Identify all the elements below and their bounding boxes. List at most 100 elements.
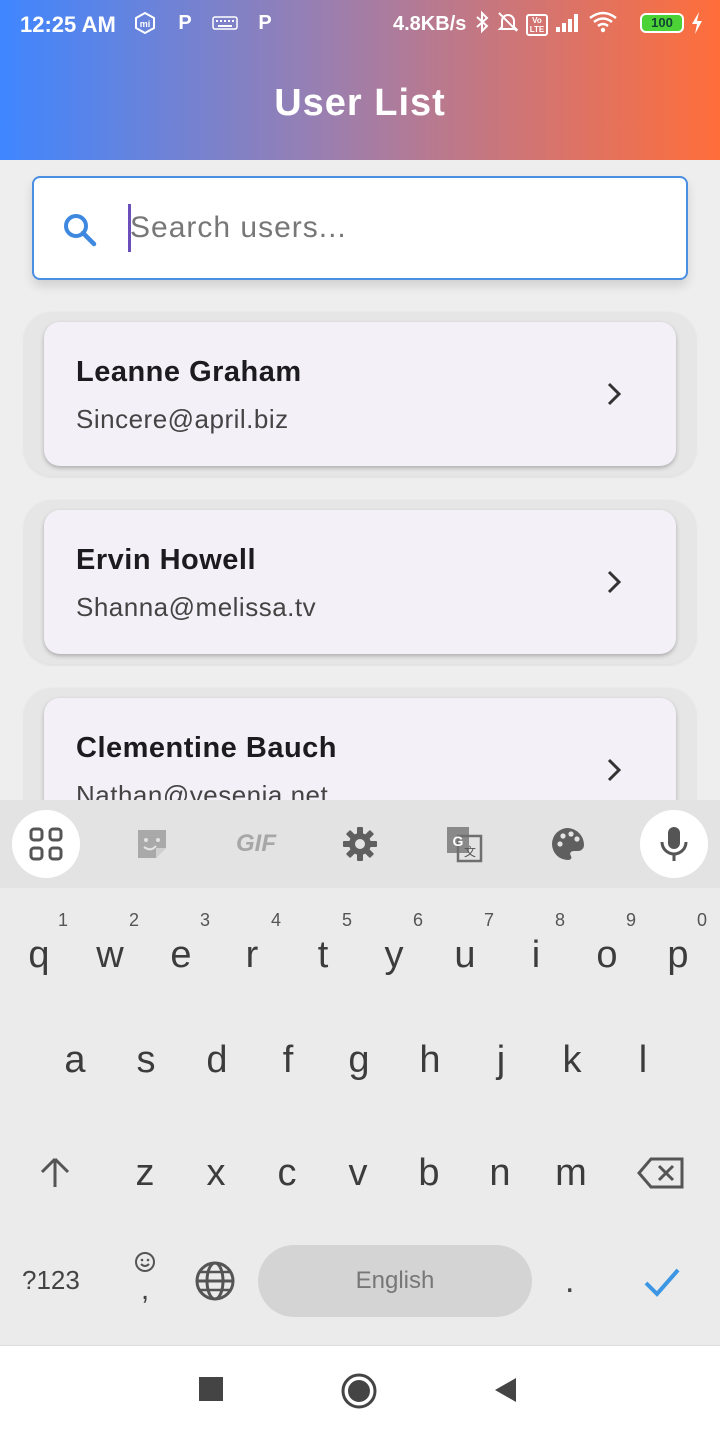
key-o[interactable]: o9: [574, 910, 640, 1000]
voice-input-button[interactable]: [640, 810, 708, 878]
key-s[interactable]: s: [113, 1015, 179, 1105]
key-x[interactable]: x: [183, 1128, 249, 1218]
home-circle-icon: [341, 1373, 377, 1409]
p-icon: P: [178, 11, 192, 34]
backspace-key[interactable]: [628, 1128, 694, 1218]
key-i[interactable]: i8: [503, 910, 569, 1000]
back-button[interactable]: [492, 1376, 520, 1404]
home-button[interactable]: [340, 1372, 378, 1410]
language-key[interactable]: [194, 1260, 236, 1307]
user-name: Clementine Bauch: [76, 732, 337, 764]
app-header: 12:25 AM mi P P 4.8KB/s Vo LTE 100 User …: [0, 0, 720, 160]
p-icon: P: [258, 11, 272, 34]
key-t[interactable]: t5: [290, 910, 356, 1000]
globe-icon: [195, 1261, 235, 1301]
mute-bell-icon: [496, 10, 520, 39]
user-card-container: Leanne Graham Sincere@april.biz: [24, 312, 696, 476]
period-key[interactable]: .: [565, 1262, 574, 1301]
status-time: 12:25 AM: [20, 12, 116, 37]
user-email: Shanna@melissa.tv: [76, 592, 317, 622]
shift-arrow-icon: [40, 1157, 70, 1187]
user-card-container: Ervin Howell Shanna@melissa.tv: [24, 500, 696, 664]
chevron-right-icon: [596, 752, 632, 793]
user-name: Ervin Howell: [76, 544, 257, 576]
checkmark-icon: [644, 1268, 680, 1297]
symbols-key[interactable]: ?123: [22, 1265, 80, 1296]
space-bar[interactable]: English: [258, 1245, 532, 1317]
key-w[interactable]: w2: [77, 910, 143, 1000]
key-p[interactable]: p0: [645, 910, 711, 1000]
search-box[interactable]: [32, 176, 688, 280]
user-name: Leanne Graham: [76, 356, 302, 388]
comma-label: ,: [140, 1273, 150, 1306]
enter-key[interactable]: [640, 1260, 684, 1309]
key-j[interactable]: j: [468, 1015, 534, 1105]
charging-icon: [690, 11, 704, 40]
keyboard-toolbar: GIF G文: [0, 800, 720, 888]
key-g[interactable]: g: [326, 1015, 392, 1105]
settings-button[interactable]: [326, 810, 394, 878]
key-b[interactable]: b: [396, 1128, 462, 1218]
status-bar: 12:25 AM mi P P 4.8KB/s Vo LTE 100: [0, 0, 720, 50]
svg-text:文: 文: [464, 844, 476, 859]
chevron-right-icon: [596, 564, 632, 605]
user-card[interactable]: Clementine Bauch Nathan@yesenia.net: [44, 698, 676, 800]
sticker-icon: [138, 830, 166, 858]
gif-button[interactable]: GIF: [222, 810, 290, 878]
back-triangle-icon: [495, 1378, 516, 1402]
key-v[interactable]: v: [325, 1128, 391, 1218]
theme-button[interactable]: [534, 810, 602, 878]
key-d[interactable]: d: [184, 1015, 250, 1105]
status-right-icons: Vo LTE: [474, 10, 618, 39]
key-n[interactable]: n: [467, 1128, 533, 1218]
chevron-right-icon: [596, 376, 632, 417]
recents-button[interactable]: [198, 1376, 224, 1402]
key-q[interactable]: q1: [6, 910, 72, 1000]
shift-key[interactable]: [22, 1128, 88, 1218]
svg-text:mi: mi: [140, 19, 151, 29]
square-icon: [199, 1377, 223, 1401]
mi-icon: mi: [132, 10, 158, 36]
palette-icon: [552, 828, 584, 860]
status-left-icons: mi P P: [132, 10, 278, 36]
emoji-icon: [135, 1252, 155, 1272]
key-m[interactable]: m: [538, 1128, 604, 1218]
user-email: Nathan@yesenia.net: [76, 780, 329, 800]
key-f[interactable]: f: [255, 1015, 321, 1105]
signal-icon: [554, 11, 582, 38]
key-y[interactable]: y6: [361, 910, 427, 1000]
key-u[interactable]: u7: [432, 910, 498, 1000]
keyboard-icon: [212, 10, 238, 36]
user-card[interactable]: Ervin Howell Shanna@melissa.tv: [44, 510, 676, 654]
key-l[interactable]: l: [610, 1015, 676, 1105]
user-list-content[interactable]: Leanne Graham Sincere@april.biz Ervin Ho…: [0, 160, 720, 800]
wifi-icon: [588, 10, 618, 39]
gear-icon: [343, 827, 377, 861]
bluetooth-icon: [474, 10, 490, 39]
battery-icon: 100: [640, 13, 684, 33]
soft-keyboard: GIF G文 q1 w2 e3 r4 t5 y6 u7 i8 o9 p0 a s…: [0, 800, 720, 1345]
navigation-bar: [0, 1345, 720, 1440]
emoji-comma-key[interactable]: ,: [130, 1250, 160, 1306]
user-card[interactable]: Leanne Graham Sincere@april.biz: [44, 322, 676, 466]
network-speed: 4.8KB/s: [393, 13, 467, 35]
search-input[interactable]: [130, 202, 650, 254]
translate-button[interactable]: G文: [430, 810, 498, 878]
translate-icon: G文: [447, 827, 483, 863]
key-k[interactable]: k: [539, 1015, 605, 1105]
grid-icon: [29, 827, 63, 861]
sticker-button[interactable]: [118, 810, 186, 878]
search-icon: [60, 210, 100, 255]
key-c[interactable]: c: [254, 1128, 320, 1218]
apps-grid-button[interactable]: [12, 810, 80, 878]
backspace-icon: [637, 1157, 684, 1189]
svg-text:G: G: [453, 833, 464, 849]
key-h[interactable]: h: [397, 1015, 463, 1105]
microphone-icon: [660, 827, 688, 861]
key-z[interactable]: z: [112, 1128, 178, 1218]
key-e[interactable]: e3: [148, 910, 214, 1000]
key-a[interactable]: a: [42, 1015, 108, 1105]
user-card-container: Clementine Bauch Nathan@yesenia.net: [24, 688, 696, 800]
key-r[interactable]: r4: [219, 910, 285, 1000]
page-title: User List: [274, 82, 446, 124]
